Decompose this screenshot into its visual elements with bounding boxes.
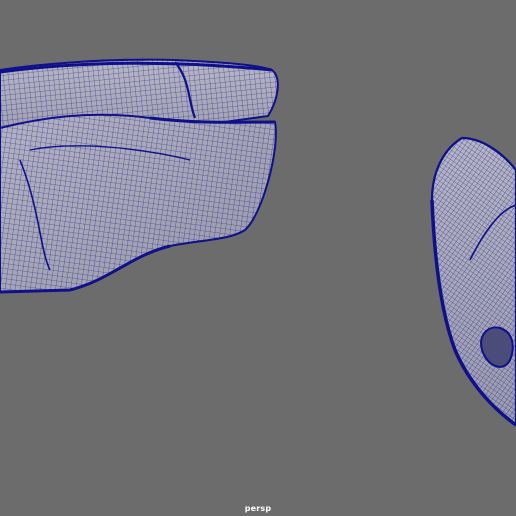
viewport-scene[interactable] xyxy=(0,0,516,516)
perspective-viewport[interactable]: persp xyxy=(0,0,516,516)
mesh-object-right[interactable] xyxy=(430,136,516,427)
camera-name-label: persp xyxy=(244,504,272,513)
mesh-object-left[interactable] xyxy=(0,58,279,294)
